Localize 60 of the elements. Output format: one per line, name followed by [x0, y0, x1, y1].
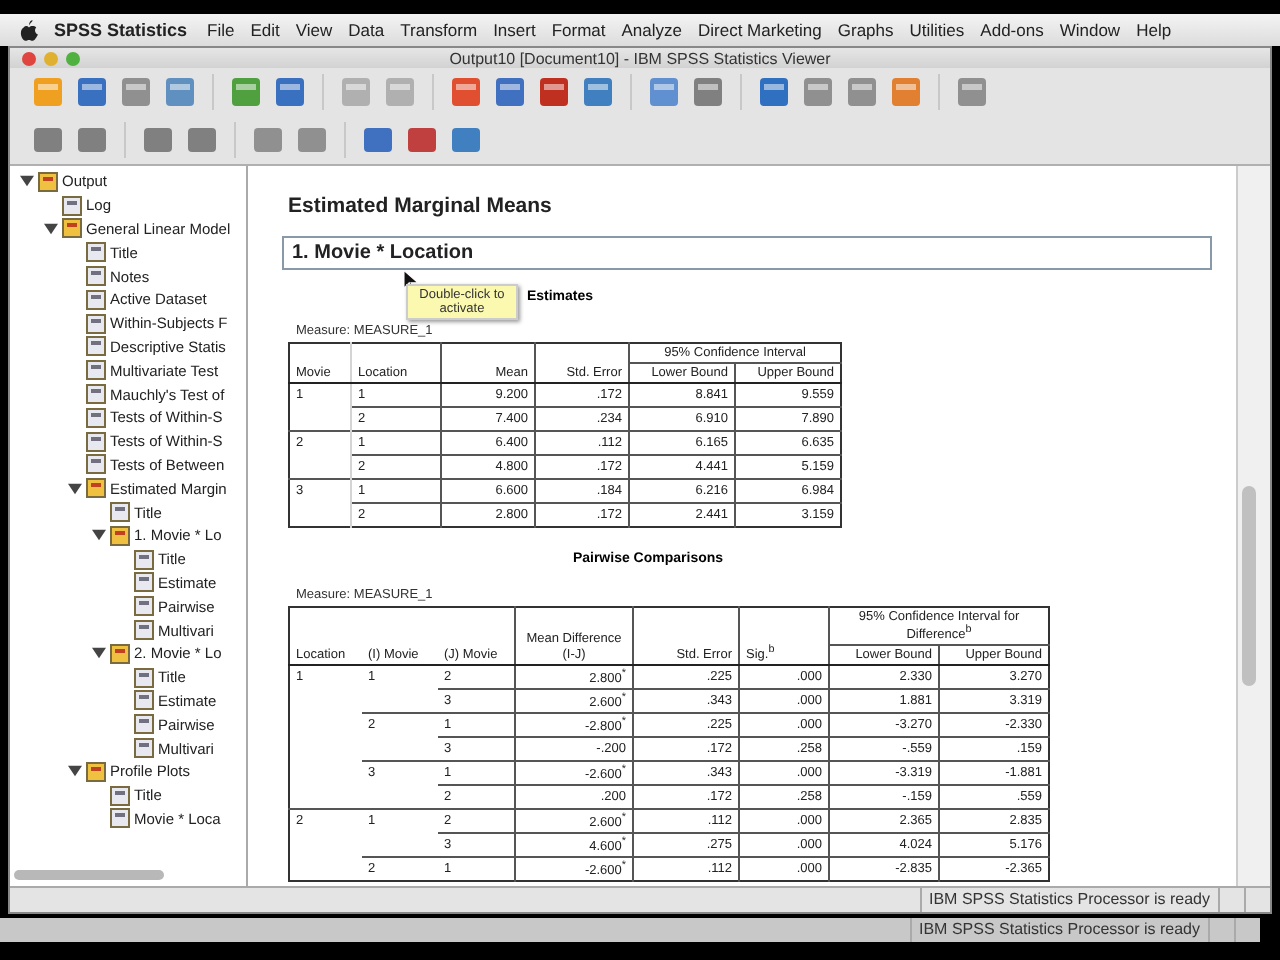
expand-triangle-icon[interactable]	[90, 528, 106, 543]
document-icon	[62, 195, 82, 216]
expand-triangle-icon[interactable]	[90, 646, 106, 661]
close-button[interactable]	[22, 51, 36, 65]
book-icon	[62, 218, 82, 239]
document-icon	[86, 313, 106, 334]
expand-triangle-icon[interactable]	[66, 481, 82, 496]
expand-triangle-icon[interactable]	[42, 221, 58, 236]
menu-item[interactable]: Graphs	[837, 20, 894, 40]
status-text: IBM SPSS Statistics Processor is ready	[919, 888, 1218, 912]
scrollbar-thumb[interactable]	[1242, 486, 1256, 686]
minimize-button[interactable]	[44, 51, 58, 65]
menu-item[interactable]: Insert	[493, 20, 536, 40]
zoom-button[interactable]	[66, 51, 80, 65]
document-icon	[110, 785, 130, 806]
menu-item[interactable]: Window	[1059, 20, 1121, 40]
scrollbar-thumb[interactable]	[14, 870, 164, 880]
book-icon	[38, 171, 58, 192]
status-text: IBM SPSS Statistics Processor is ready	[909, 918, 1208, 942]
menu-item[interactable]: File	[207, 20, 235, 40]
menu-item[interactable]: View	[295, 20, 333, 40]
book-icon	[110, 525, 130, 546]
document-icon	[134, 714, 154, 735]
document-icon	[134, 549, 154, 570]
menu-item[interactable]: Add-ons	[980, 20, 1044, 40]
menu-item[interactable]: Help	[1136, 20, 1172, 40]
section-title-box[interactable]: 1. Movie * Location	[282, 236, 1212, 270]
document-icon	[86, 242, 106, 263]
document-icon	[134, 667, 154, 688]
document-icon	[86, 454, 106, 475]
document-icon	[134, 572, 154, 593]
document-icon	[86, 360, 106, 381]
book-icon	[110, 643, 130, 664]
expand-triangle-icon[interactable]	[66, 764, 82, 779]
book-icon	[86, 478, 106, 499]
document-icon	[134, 738, 154, 759]
document-icon	[134, 690, 154, 711]
menu-item[interactable]: Utilities	[909, 20, 965, 40]
document-icon	[86, 407, 106, 428]
section-heading: Estimated Marginal Means	[288, 194, 554, 218]
document-icon	[86, 336, 106, 357]
menu-item[interactable]: Edit	[250, 20, 280, 40]
document-icon	[86, 431, 106, 452]
document-icon	[86, 384, 106, 405]
menu-item[interactable]: Analyze	[621, 20, 682, 40]
book-icon	[86, 761, 106, 782]
menu-item[interactable]: Data	[348, 20, 385, 40]
expand-triangle-icon[interactable]	[18, 174, 34, 189]
app-name[interactable]: SPSS Statistics	[54, 20, 188, 40]
document-icon	[86, 266, 106, 287]
document-icon	[134, 620, 154, 641]
document-icon	[134, 596, 154, 617]
document-icon	[86, 289, 106, 310]
apple-icon[interactable]	[20, 19, 38, 41]
document-icon	[110, 808, 130, 829]
document-icon	[110, 502, 130, 523]
menu-item[interactable]: Format	[551, 20, 606, 40]
menu-item[interactable]: Transform	[400, 20, 478, 40]
menu-item[interactable]: Direct Marketing	[698, 20, 822, 40]
window-title: Output10 [Document10] - IBM SPSS Statistics Viewer	[449, 49, 831, 67]
